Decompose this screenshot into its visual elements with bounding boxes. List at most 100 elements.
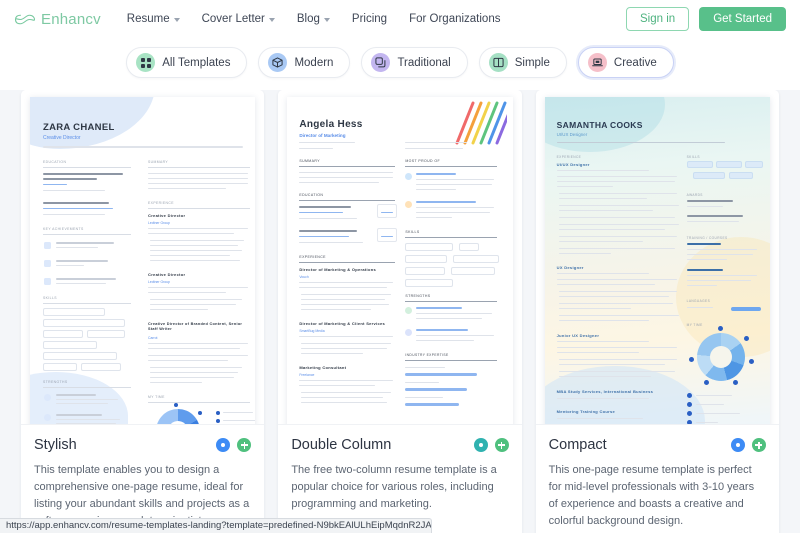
edu2-school <box>299 236 350 238</box>
section-rule <box>148 167 250 168</box>
experience-line <box>556 284 655 286</box>
experience-bullet <box>150 304 236 306</box>
experience-line <box>148 292 226 294</box>
resume-page: SAMANTHA COOKS UI/UX Designer EXPERIENCE… <box>544 97 770 424</box>
legend-label <box>223 412 253 414</box>
gpa-box <box>377 204 398 218</box>
skill-chip <box>451 267 496 275</box>
experience-line <box>148 360 228 362</box>
tab-modern[interactable]: Modern <box>258 47 351 78</box>
strength-detail <box>416 340 475 342</box>
experience-line <box>148 228 248 230</box>
proud-detail <box>416 179 495 181</box>
template-card-header: Compact <box>549 437 766 453</box>
laptop-icon <box>587 53 607 72</box>
legend-dot <box>216 411 220 415</box>
section-rule <box>43 387 131 388</box>
tab-label: Simple <box>514 56 550 69</box>
achievement-detail <box>56 265 84 267</box>
tab-all-templates[interactable]: All Templates <box>126 47 248 78</box>
experience-line <box>299 385 376 387</box>
experience-bullet <box>558 315 679 317</box>
section-rule <box>43 234 131 235</box>
nav-item-pricing[interactable]: Pricing <box>352 13 387 25</box>
proud-detail <box>416 184 493 186</box>
get-started-button[interactable]: Get Started <box>699 7 786 31</box>
skill-chip <box>715 161 742 168</box>
section-rule <box>405 301 498 302</box>
nav-label: Pricing <box>351 13 388 25</box>
template-preview-stylish[interactable]: ZARA CHANEL Creative Director EDUCATION … <box>21 90 265 425</box>
experience-line <box>556 347 677 349</box>
tab-creative[interactable]: Creative <box>577 47 674 78</box>
donut-pin <box>703 380 709 385</box>
site-header: Enhancv Resume Cover Letter Blog Pricing… <box>0 0 800 38</box>
experience-line <box>148 287 248 289</box>
expertise-bar <box>405 403 460 406</box>
template-card-header: Stylish <box>34 437 252 453</box>
experience-line <box>556 352 639 354</box>
nav-label: For Organizations <box>409 13 501 25</box>
proud-detail <box>416 207 495 209</box>
award-detail <box>686 221 739 223</box>
logo[interactable]: Enhancv <box>14 11 101 28</box>
edu2-dates <box>299 242 364 244</box>
sign-in-button[interactable]: Sign in <box>626 7 690 31</box>
experience-bullet <box>150 382 202 384</box>
experience-role: Director of Marketing & Operations <box>299 267 376 272</box>
experience-bullet <box>150 377 234 379</box>
skill-chip <box>686 161 713 168</box>
section-rule <box>405 166 498 167</box>
resume-section-summary: SUMMARY <box>148 160 169 164</box>
nav-item-blog[interactable]: Blog <box>297 13 330 25</box>
achievement-detail <box>56 247 98 249</box>
template-preview-double-column[interactable]: Angela Hess Director of Marketing SUMMAR… <box>278 90 522 425</box>
summary-line <box>299 177 394 179</box>
experience-bullet <box>558 210 653 212</box>
resume-section-awards: AWARDS <box>686 193 703 197</box>
tab-simple[interactable]: Simple <box>478 47 567 78</box>
experience-line <box>148 343 248 345</box>
section-rule <box>405 360 498 361</box>
legend-label <box>223 420 256 422</box>
preview-button[interactable] <box>473 438 488 452</box>
template-card-double-column[interactable]: Angela Hess Director of Marketing SUMMAR… <box>278 90 522 533</box>
resume-section-experience: EXPERIENCE <box>148 201 174 205</box>
preview-button[interactable] <box>216 438 231 452</box>
donut-pin <box>732 380 738 385</box>
experience-bullet <box>301 402 388 404</box>
expertise-label <box>405 367 446 369</box>
template-grid: ZARA CHANEL Creative Director EDUCATION … <box>0 90 800 533</box>
template-card-stylish[interactable]: ZARA CHANEL Creative Director EDUCATION … <box>21 90 265 533</box>
resume-contact-line <box>405 148 464 150</box>
template-card-body: Double Column The free two-column resume… <box>278 425 521 529</box>
add-template-button[interactable] <box>494 438 509 452</box>
add-template-button[interactable] <box>751 438 766 452</box>
resume-section-skills: SKILLS <box>43 296 57 300</box>
experience-bullet <box>558 217 675 219</box>
template-preview-compact[interactable]: SAMANTHA COOKS UI/UX Designer EXPERIENCE… <box>535 90 779 425</box>
preview-button[interactable] <box>730 438 745 452</box>
template-title: Double Column <box>291 437 392 453</box>
nav-item-for-organizations[interactable]: For Organizations <box>409 13 500 25</box>
resume-miniature: SAMANTHA COOKS UI/UX Designer EXPERIENCE… <box>536 90 779 424</box>
achievement-detail <box>56 283 106 285</box>
experience-role: Creative Director <box>148 272 186 277</box>
add-template-button[interactable] <box>237 438 252 452</box>
tab-traditional[interactable]: Traditional <box>361 47 468 78</box>
nav-item-cover-letter[interactable]: Cover Letter <box>202 13 275 25</box>
resume-section-education: EDUCATION <box>299 193 324 197</box>
experience-bullet <box>150 367 242 369</box>
skill-chip <box>453 255 500 263</box>
nav-item-resume[interactable]: Resume <box>127 13 180 25</box>
experience-bullet <box>558 320 649 322</box>
template-card-compact[interactable]: SAMANTHA COOKS UI/UX Designer EXPERIENCE… <box>535 90 779 533</box>
skill-chip <box>87 330 125 338</box>
donut-pin <box>198 411 202 415</box>
experience-bullet <box>558 229 665 231</box>
experience-bullet <box>558 359 677 361</box>
award-title <box>686 215 743 218</box>
experience-bullet <box>558 296 669 298</box>
expertise-label <box>405 397 444 399</box>
resume-section-experience: EXPERIENCE <box>556 155 582 159</box>
